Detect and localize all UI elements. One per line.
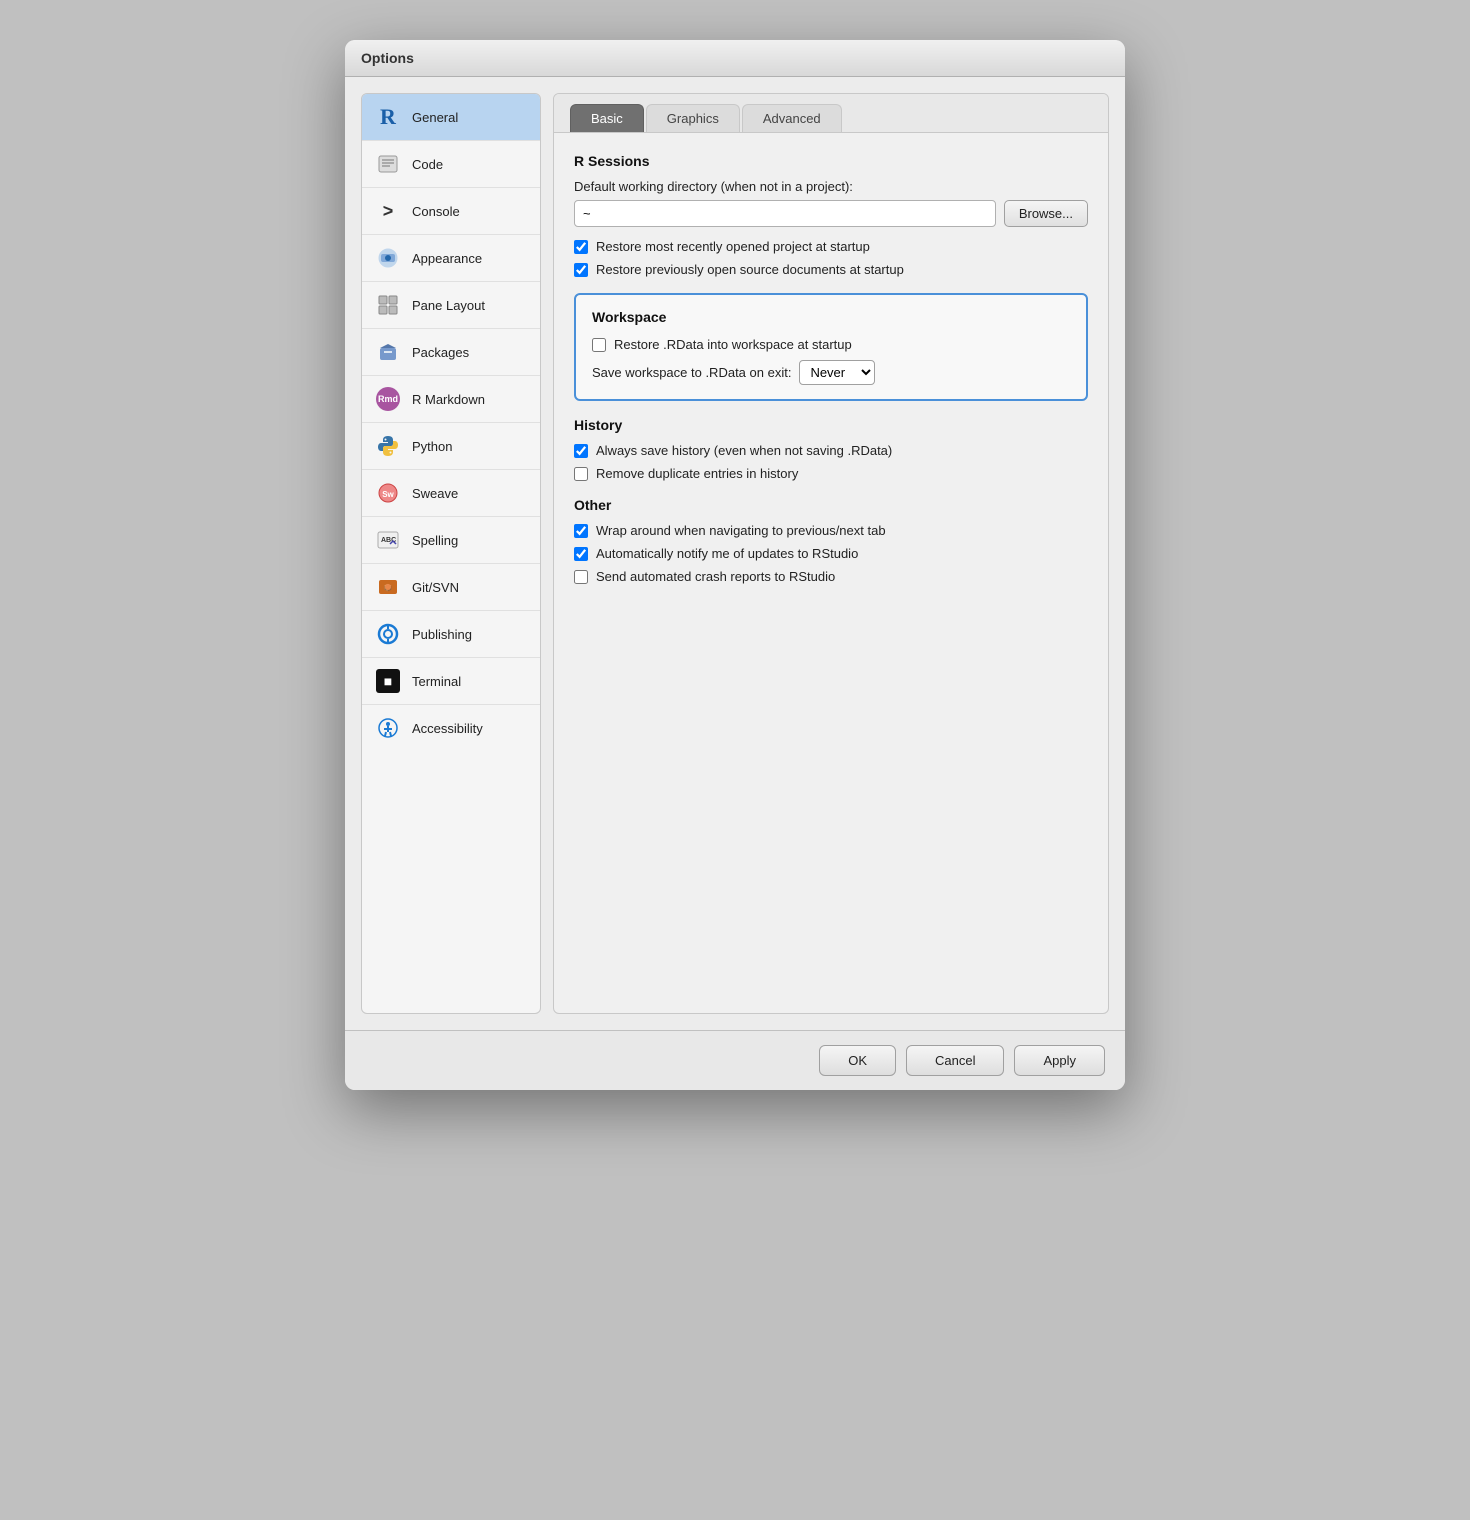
spelling-icon: ABC <box>374 526 402 554</box>
accessibility-icon <box>374 714 402 742</box>
options-dialog: Options R General Code > Console <box>345 40 1125 1090</box>
save-workspace-select[interactable]: Never Always Ask <box>799 360 875 385</box>
dialog-title: Options <box>361 50 414 66</box>
restore-source-label[interactable]: Restore previously open source documents… <box>596 262 904 277</box>
wrap-around-row: Wrap around when navigating to previous/… <box>574 523 1088 538</box>
sidebar-item-packages[interactable]: Packages <box>362 329 540 376</box>
auto-notify-checkbox[interactable] <box>574 547 588 561</box>
sidebar-label-accessibility: Accessibility <box>412 721 483 736</box>
sidebar-item-console[interactable]: > Console <box>362 188 540 235</box>
restore-source-checkbox[interactable] <box>574 263 588 277</box>
sidebar-item-python[interactable]: Python <box>362 423 540 470</box>
ok-button[interactable]: OK <box>819 1045 896 1076</box>
sidebar-item-r-markdown[interactable]: Rmd R Markdown <box>362 376 540 423</box>
sidebar-label-console: Console <box>412 204 460 219</box>
always-save-row: Always save history (even when not savin… <box>574 443 1088 458</box>
appearance-icon <box>374 244 402 272</box>
sidebar-item-general[interactable]: R General <box>362 94 540 141</box>
sidebar-label-general: General <box>412 110 458 125</box>
sidebar-item-git-svn[interactable]: 📦 Git/SVN <box>362 564 540 611</box>
send-crash-label[interactable]: Send automated crash reports to RStudio <box>596 569 835 584</box>
rmd-icon: Rmd <box>374 385 402 413</box>
sidebar-label-code: Code <box>412 157 443 172</box>
sidebar-label-appearance: Appearance <box>412 251 482 266</box>
other-title: Other <box>574 497 1088 513</box>
browse-button[interactable]: Browse... <box>1004 200 1088 227</box>
pane-layout-icon <box>374 291 402 319</box>
remove-duplicates-label[interactable]: Remove duplicate entries in history <box>596 466 798 481</box>
sidebar-item-terminal[interactable]: ■ Terminal <box>362 658 540 705</box>
terminal-icon: ■ <box>374 667 402 695</box>
sidebar-label-pane-layout: Pane Layout <box>412 298 485 313</box>
always-save-checkbox[interactable] <box>574 444 588 458</box>
console-icon: > <box>374 197 402 225</box>
tab-graphics[interactable]: Graphics <box>646 104 740 132</box>
apply-button[interactable]: Apply <box>1014 1045 1105 1076</box>
send-crash-row: Send automated crash reports to RStudio <box>574 569 1088 584</box>
sidebar: R General Code > Console <box>361 93 541 1014</box>
send-crash-checkbox[interactable] <box>574 570 588 584</box>
remove-duplicates-row: Remove duplicate entries in history <box>574 466 1088 481</box>
restore-rdata-row: Restore .RData into workspace at startup <box>592 337 1070 352</box>
content-area: R Sessions Default working directory (wh… <box>554 133 1108 1013</box>
sidebar-item-code[interactable]: Code <box>362 141 540 188</box>
sweave-icon: Sw <box>374 479 402 507</box>
save-workspace-row: Save workspace to .RData on exit: Never … <box>592 360 1070 385</box>
remove-duplicates-checkbox[interactable] <box>574 467 588 481</box>
working-dir-input[interactable] <box>574 200 996 227</box>
tab-bar: Basic Graphics Advanced <box>554 94 1108 133</box>
auto-notify-row: Automatically notify me of updates to RS… <box>574 546 1088 561</box>
packages-icon <box>374 338 402 366</box>
restore-source-row: Restore previously open source documents… <box>574 262 1088 277</box>
git-icon: 📦 <box>374 573 402 601</box>
sidebar-label-packages: Packages <box>412 345 469 360</box>
sidebar-item-accessibility[interactable]: Accessibility <box>362 705 540 751</box>
restore-rdata-checkbox[interactable] <box>592 338 606 352</box>
save-workspace-label: Save workspace to .RData on exit: <box>592 365 791 380</box>
restore-project-checkbox[interactable] <box>574 240 588 254</box>
restore-project-row: Restore most recently opened project at … <box>574 239 1088 254</box>
dialog-body: R General Code > Console <box>345 77 1125 1030</box>
r-sessions-title: R Sessions <box>574 153 1088 169</box>
sidebar-item-appearance[interactable]: Appearance <box>362 235 540 282</box>
wrap-around-label[interactable]: Wrap around when navigating to previous/… <box>596 523 886 538</box>
code-icon <box>374 150 402 178</box>
svg-text:Sw: Sw <box>382 490 394 499</box>
workspace-title: Workspace <box>592 309 1070 325</box>
dialog-titlebar: Options <box>345 40 1125 77</box>
working-dir-label: Default working directory (when not in a… <box>574 179 1088 194</box>
wrap-around-checkbox[interactable] <box>574 524 588 538</box>
auto-notify-label[interactable]: Automatically notify me of updates to RS… <box>596 546 858 561</box>
tab-advanced[interactable]: Advanced <box>742 104 842 132</box>
sidebar-label-sweave: Sweave <box>412 486 458 501</box>
main-content: Basic Graphics Advanced R Sessions Defau… <box>553 93 1109 1014</box>
sidebar-item-publishing[interactable]: Publishing <box>362 611 540 658</box>
publishing-icon <box>374 620 402 648</box>
sidebar-label-python: Python <box>412 439 452 454</box>
sidebar-label-r-markdown: R Markdown <box>412 392 485 407</box>
sidebar-item-sweave[interactable]: Sw Sweave <box>362 470 540 517</box>
r-sessions-section: R Sessions Default working directory (wh… <box>574 153 1088 277</box>
always-save-label[interactable]: Always save history (even when not savin… <box>596 443 892 458</box>
workspace-section: Workspace Restore .RData into workspace … <box>574 293 1088 401</box>
history-section: History Always save history (even when n… <box>574 417 1088 481</box>
sidebar-label-spelling: Spelling <box>412 533 458 548</box>
tab-basic[interactable]: Basic <box>570 104 644 132</box>
restore-rdata-label[interactable]: Restore .RData into workspace at startup <box>614 337 852 352</box>
python-icon <box>374 432 402 460</box>
sidebar-item-pane-layout[interactable]: Pane Layout <box>362 282 540 329</box>
cancel-button[interactable]: Cancel <box>906 1045 1004 1076</box>
working-dir-row: Browse... <box>574 200 1088 227</box>
sidebar-label-terminal: Terminal <box>412 674 461 689</box>
other-section: Other Wrap around when navigating to pre… <box>574 497 1088 584</box>
dialog-footer: OK Cancel Apply <box>345 1030 1125 1090</box>
sidebar-label-git-svn: Git/SVN <box>412 580 459 595</box>
restore-project-label[interactable]: Restore most recently opened project at … <box>596 239 870 254</box>
history-title: History <box>574 417 1088 433</box>
sidebar-label-publishing: Publishing <box>412 627 472 642</box>
sidebar-item-spelling[interactable]: ABC Spelling <box>362 517 540 564</box>
r-icon: R <box>374 103 402 131</box>
